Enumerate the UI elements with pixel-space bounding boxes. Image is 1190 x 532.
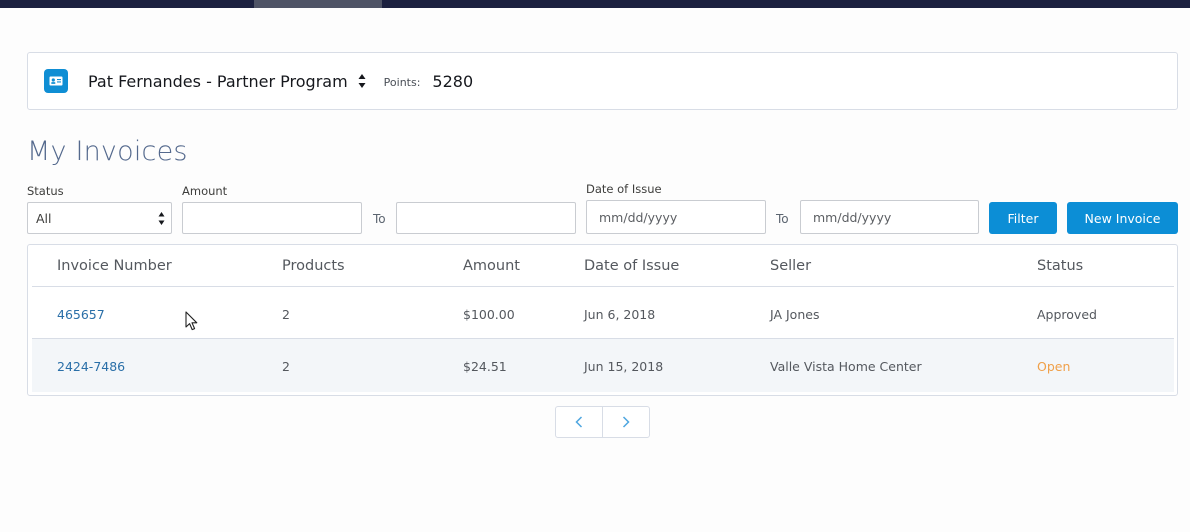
status-filter-label: Status (27, 184, 64, 198)
table-row[interactable]: 465657 2 $100.00 Jun 6, 2018 JA Jones Ap… (32, 287, 1174, 339)
points-label: Points: (383, 75, 421, 89)
column-header-products[interactable]: Products (282, 258, 345, 274)
contact-card-icon (44, 69, 68, 93)
column-header-seller[interactable]: Seller (770, 258, 811, 274)
filter-button[interactable]: Filter (989, 202, 1057, 234)
sort-arrows-icon[interactable] (358, 73, 366, 89)
column-header-invoice-number[interactable]: Invoice Number (57, 258, 172, 274)
seller-cell: JA Jones (770, 307, 820, 322)
amount-to-label: To (373, 212, 386, 226)
date-cell: Jun 15, 2018 (584, 359, 664, 374)
date-filter-label: Date of Issue (586, 182, 662, 196)
status-select-value: All (36, 210, 52, 226)
table-row[interactable]: 2424-7486 2 $24.51 Jun 15, 2018 Valle Vi… (32, 339, 1174, 392)
new-invoice-button[interactable]: New Invoice (1067, 202, 1178, 234)
chevron-right-icon (622, 416, 630, 428)
invoices-table: Invoice Number Products Amount Date of I… (27, 244, 1178, 396)
next-page-button[interactable] (603, 407, 650, 437)
top-nav-active-tab[interactable] (254, 0, 382, 8)
column-header-status[interactable]: Status (1037, 258, 1083, 274)
amount-from-input[interactable] (182, 202, 362, 234)
products-cell: 2 (282, 307, 290, 322)
page-title: My Invoices (27, 136, 188, 167)
status-select[interactable]: All (27, 202, 172, 234)
status-cell-open: Open (1037, 359, 1071, 374)
amount-to-input[interactable] (396, 202, 576, 234)
date-to-input[interactable] (800, 200, 979, 234)
amount-filter-label: Amount (182, 184, 228, 198)
invoice-number-link[interactable]: 2424-7486 (57, 359, 125, 374)
table-header: Invoice Number Products Amount Date of I… (32, 245, 1174, 287)
column-header-amount[interactable]: Amount (463, 258, 520, 274)
account-name: Pat Fernandes - Partner Program (88, 71, 348, 91)
invoice-number-link[interactable]: 465657 (57, 307, 105, 322)
mouse-cursor-icon (185, 311, 198, 331)
date-from-input[interactable] (586, 200, 766, 234)
date-to-label: To (776, 212, 789, 226)
status-cell: Approved (1037, 307, 1097, 322)
amount-cell: $100.00 (463, 307, 515, 322)
amount-cell: $24.51 (463, 359, 507, 374)
points-value: 5280 (432, 71, 474, 91)
seller-cell: Valle Vista Home Center (770, 359, 922, 374)
account-card: Pat Fernandes - Partner Program Points: … (27, 52, 1178, 110)
column-header-date-of-issue[interactable]: Date of Issue (584, 258, 679, 274)
products-cell: 2 (282, 359, 290, 374)
date-cell: Jun 6, 2018 (584, 307, 656, 322)
select-arrows-icon (158, 211, 165, 226)
top-nav-bar (0, 0, 1190, 8)
chevron-left-icon (575, 416, 582, 428)
previous-page-button[interactable] (556, 407, 603, 437)
pagination (555, 406, 650, 438)
